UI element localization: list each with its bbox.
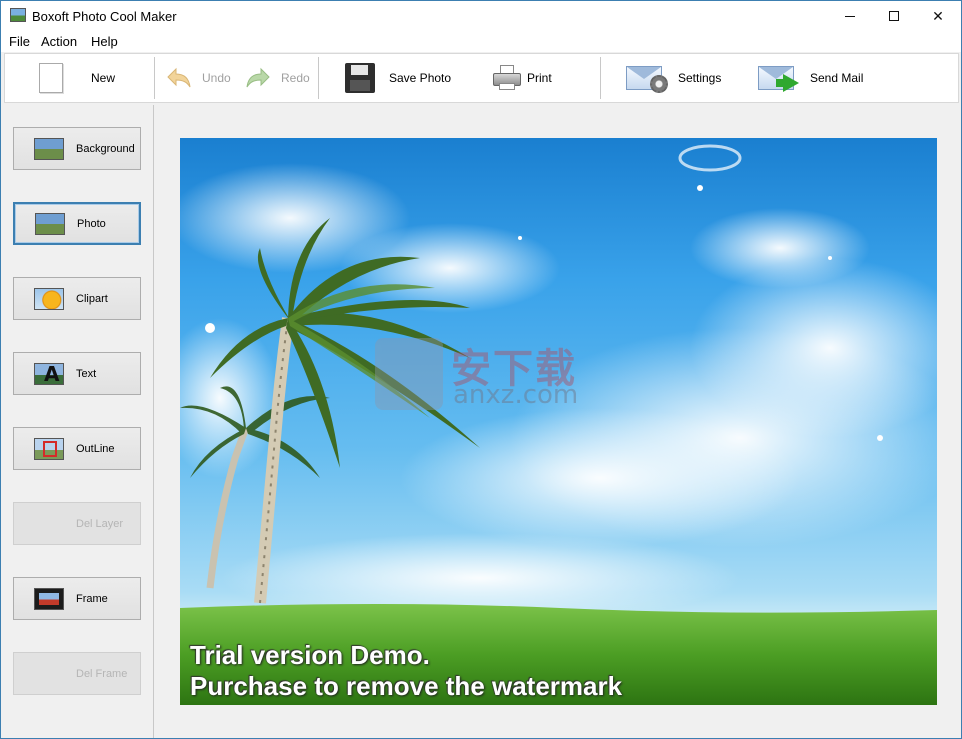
menu-file[interactable]: File [9, 34, 30, 49]
title-bar: Boxoft Photo Cool Maker ✕ [1, 1, 961, 31]
redo-icon [246, 67, 270, 88]
sidebar-label: Clipart [76, 292, 108, 305]
delete-frame-icon [34, 663, 64, 685]
toolbar-separator [600, 57, 601, 99]
save-photo-label: Save Photo [389, 71, 452, 85]
mail-settings-icon [626, 63, 670, 93]
sidebar-button-background[interactable]: Background [13, 127, 141, 170]
new-label: New [91, 71, 116, 85]
sidebar-label: Background [76, 142, 135, 155]
printer-icon [491, 65, 523, 91]
sidebar-button-outline[interactable]: OutLine [13, 427, 141, 470]
send-mail-label: Send Mail [810, 71, 864, 85]
save-photo-button[interactable]: Save Photo [345, 54, 451, 102]
settings-button[interactable]: Settings [626, 54, 721, 102]
sidebar-label: OutLine [76, 442, 115, 455]
undo-label: Undo [202, 71, 231, 85]
settings-label: Settings [678, 71, 722, 85]
undo-button[interactable]: Undo [166, 54, 231, 102]
trial-watermark-line2: Purchase to remove the watermark [190, 671, 623, 701]
sidebar-button-del-layer[interactable]: Del Layer [13, 502, 141, 545]
frame-icon [34, 587, 64, 610]
send-mail-icon [758, 63, 802, 93]
sidebar-button-photo[interactable]: Photo [13, 202, 141, 245]
maximize-button[interactable] [871, 1, 917, 31]
site-logo-url: anxz.com [453, 380, 579, 410]
redo-label: Redo [281, 71, 310, 85]
maximize-icon [889, 11, 899, 21]
send-mail-button[interactable]: Send Mail [758, 54, 863, 102]
gear-icon [650, 75, 668, 93]
sidebar-label: Text [76, 367, 97, 380]
redo-button[interactable]: Redo [245, 54, 310, 102]
sidebar-button-clipart[interactable]: Clipart [13, 277, 141, 320]
trial-watermark-line1: Trial version Demo. [190, 640, 430, 670]
delete-layer-icon [34, 513, 64, 535]
menu-action[interactable]: Action [41, 34, 77, 49]
sidebar-button-del-frame[interactable]: Del Frame [13, 652, 141, 695]
arrow-right-icon [783, 74, 799, 92]
landscape-thumb-icon [35, 212, 65, 235]
sidebar-label: Del Frame [76, 667, 128, 680]
minimize-button[interactable] [827, 1, 873, 31]
toolbar-separator [154, 57, 155, 99]
site-watermark-logo: 安下载 anxz.com [375, 330, 605, 420]
photo-canvas[interactable]: 安下载 anxz.com Trial version Demo. Purchas… [180, 138, 937, 705]
close-icon: ✕ [932, 7, 944, 24]
floppy-disk-icon [345, 63, 375, 93]
landscape-thumb-icon [34, 137, 64, 160]
menu-bar: File Action Help [1, 31, 961, 52]
undo-icon [167, 67, 191, 88]
text-a-icon [34, 362, 64, 386]
app-icon [10, 8, 26, 22]
sidebar-label: Frame [76, 592, 108, 605]
sidebar-label: Del Layer [76, 517, 124, 530]
shopping-bag-icon [375, 338, 443, 410]
smiley-clipart-icon [34, 287, 64, 310]
new-button[interactable]: New [39, 54, 115, 102]
toolbar-separator [318, 57, 319, 99]
sidebar-label: Photo [77, 217, 106, 230]
tool-sidebar: Background Photo Clipart Text OutLine De… [1, 105, 154, 738]
app-window: Boxoft Photo Cool Maker ✕ File Action He… [0, 0, 962, 739]
minimize-icon [845, 15, 855, 17]
print-button[interactable]: Print [491, 54, 552, 102]
print-label: Print [527, 71, 552, 85]
canvas-area: 安下载 anxz.com Trial version Demo. Purchas… [155, 105, 961, 738]
new-document-icon [39, 63, 63, 93]
palm-beach-scene-image [180, 144, 937, 705]
window-title: Boxoft Photo Cool Maker [32, 9, 177, 24]
sidebar-button-text[interactable]: Text [13, 352, 141, 395]
toolbar: New Undo Redo Save Photo Print Settings … [4, 53, 959, 103]
menu-help[interactable]: Help [91, 34, 118, 49]
sidebar-button-frame[interactable]: Frame [13, 577, 141, 620]
close-button[interactable]: ✕ [915, 1, 961, 31]
outline-icon [34, 437, 64, 460]
